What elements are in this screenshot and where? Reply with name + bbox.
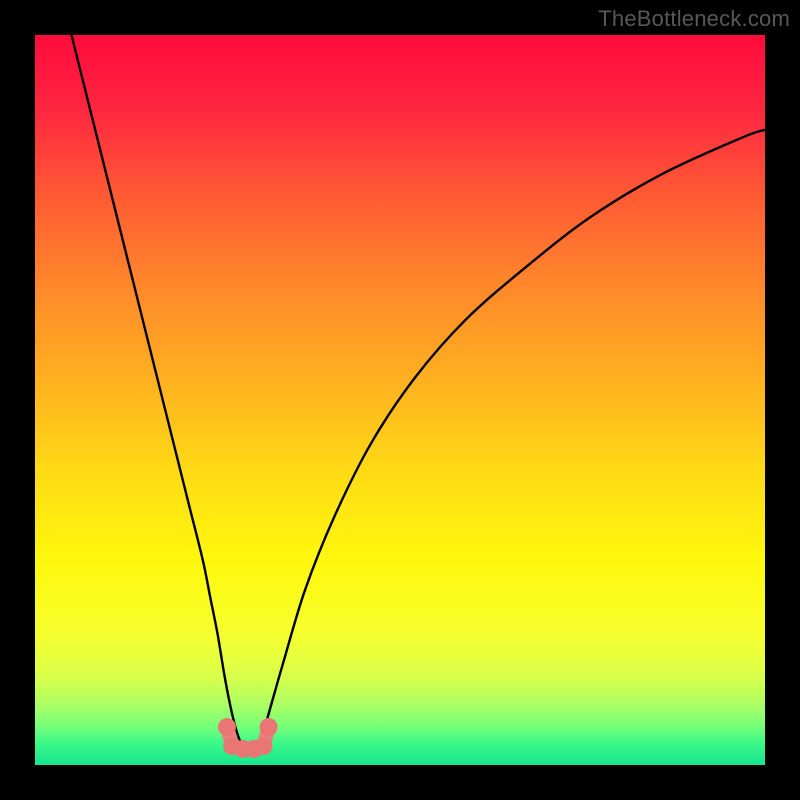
marker-dot — [260, 718, 278, 736]
marker-dot — [218, 718, 236, 736]
marker-dot — [254, 737, 272, 755]
watermark-text: TheBottleneck.com — [598, 6, 790, 32]
plot-area — [35, 35, 765, 765]
chart-svg — [35, 35, 765, 765]
chart-frame: TheBottleneck.com — [0, 0, 800, 800]
